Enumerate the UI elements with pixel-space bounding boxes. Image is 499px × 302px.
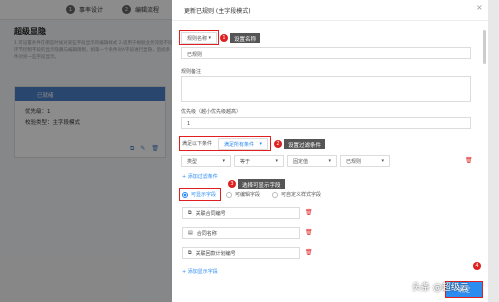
rule-note-label: 规则备注	[181, 69, 202, 75]
watermark: 头条 @超级云	[412, 283, 469, 293]
rule-name-select-label: 规则名称	[187, 35, 208, 42]
delete-filter-icon[interactable]: 🗑	[465, 157, 473, 164]
delete-field-icon[interactable]: 🗑	[305, 209, 313, 216]
filter-value-kind-label: 固定值	[293, 158, 309, 165]
chevron-down-icon: ▾	[222, 158, 225, 164]
callout-badge-4: 4	[473, 262, 481, 270]
priority-input[interactable]: 1	[181, 117, 471, 129]
chevron-down-icon: ▾	[381, 158, 384, 164]
filter-type-select[interactable]: 类型 ▾	[181, 155, 231, 167]
add-field-link[interactable]: + 添加显示字段	[182, 268, 218, 275]
radio-label: 可显示字段	[191, 192, 217, 198]
field-label: 合同名称	[196, 230, 217, 237]
field-icon: ⧉	[188, 250, 192, 256]
priority-label: 优先级（越小优先级越高）	[181, 109, 242, 115]
filter-type-label: 类型	[187, 158, 198, 165]
field-item[interactable]: ⧉ 关联合同编号	[182, 207, 300, 219]
radio-style-fields[interactable]: 可自定义样式字段	[272, 191, 321, 198]
rule-drawer: 更新已规则 (主字段模式) × 规则名称 ▾ 1 设置名称 已规则 规则备注 优…	[172, 0, 488, 302]
radio-checked-icon	[182, 191, 188, 198]
callout-2: 设置过滤条件	[284, 139, 326, 149]
filter-operator-select[interactable]: 等于 ▾	[234, 155, 284, 167]
chevron-down-icon: ▾	[328, 158, 331, 164]
scrollbar[interactable]	[483, 30, 486, 64]
callout-badge-3: 3	[228, 180, 236, 188]
filter-value-select[interactable]: 已规则 ▾	[340, 155, 390, 167]
condition-mode-select[interactable]: 满足所有条件 ▾	[218, 138, 268, 150]
rule-name-select[interactable]: 规则名称 ▾	[181, 32, 217, 44]
right-strip	[488, 0, 499, 302]
radio-label: 可自定义样式字段	[281, 192, 322, 198]
rule-name-input[interactable]: 已规则	[181, 47, 471, 59]
callout-badge-2: 2	[274, 140, 282, 148]
filter-operator-label: 等于	[240, 158, 251, 165]
radio-unchecked-icon	[226, 191, 232, 198]
chevron-down-icon: ▾	[259, 141, 262, 147]
divider	[172, 20, 488, 21]
filter-value-label: 已规则	[346, 158, 362, 165]
field-icon: ⧉	[188, 210, 192, 216]
field-item[interactable]: ⧉ 关联回款计划编号	[182, 247, 300, 259]
add-filter-link[interactable]: + 添加过滤条件	[182, 173, 218, 180]
chevron-down-icon: ▾	[208, 35, 211, 41]
rule-note-textarea[interactable]	[181, 76, 471, 102]
condition-mode-label: 满足所有条件	[224, 141, 255, 148]
close-icon[interactable]: ×	[476, 3, 483, 12]
callout-3: 选择可显示字段	[238, 179, 285, 189]
field-label: 关联回款计划编号	[195, 250, 236, 257]
delete-field-icon[interactable]: 🗑	[305, 229, 313, 236]
condition-label: 满足以下条件	[182, 141, 213, 147]
radio-label: 可编辑字段	[235, 192, 261, 198]
delete-field-icon[interactable]: 🗑	[305, 249, 313, 256]
radio-visible-fields[interactable]: 可显示字段	[182, 191, 216, 198]
callout-badge-1: 1	[220, 34, 228, 42]
drawer-title: 更新已规则 (主字段模式)	[184, 8, 251, 15]
callout-1: 设置名称	[230, 33, 261, 43]
field-item[interactable]: ▤ 合同名称	[182, 227, 300, 239]
radio-editable-fields[interactable]: 可编辑字段	[226, 191, 260, 198]
chevron-down-icon: ▾	[275, 158, 278, 164]
radio-unchecked-icon	[272, 191, 278, 198]
filter-value-kind-select[interactable]: 固定值 ▾	[287, 155, 337, 167]
field-label: 关联合同编号	[195, 210, 226, 217]
field-icon: ▤	[188, 230, 193, 236]
